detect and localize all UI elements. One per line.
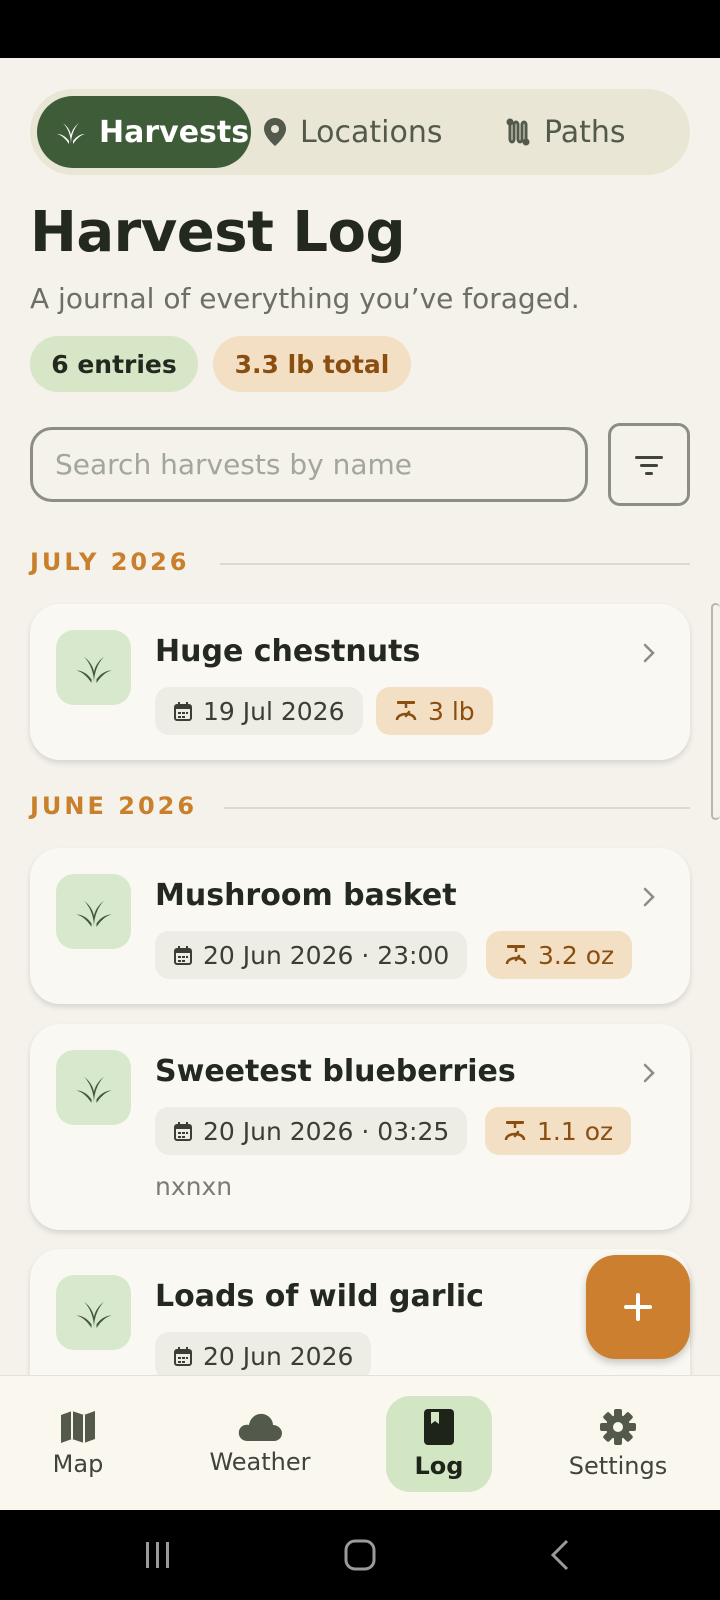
date-pill: 20 Jun 2026 · 03:25 [155,1107,468,1155]
page-title: Harvest Log [30,200,406,265]
sprout-icon [76,1076,111,1103]
section-divider [224,807,690,809]
card-title: Loads of wild garlic [155,1279,484,1314]
card-sprout-icon-tile [56,1275,131,1350]
weight-pill: 3.2 oz [486,931,633,979]
harvest-card[interactable]: Mushroom basket 20 Jun 2026 · 23:00 3.2 … [30,848,690,1004]
tab-paths[interactable]: Paths [504,96,626,168]
scale-icon [395,701,417,721]
date-pill: 20 Jun 2026 [155,1332,372,1380]
section-heading-june: JUNE 2026 [30,792,198,820]
date-pill: 20 Jun 2026 · 23:00 [155,931,468,979]
card-title: Mushroom basket [155,878,457,913]
nav-item-log[interactable]: Log [386,1396,492,1492]
filter-button[interactable] [608,423,690,506]
harvest-card[interactable]: Sweetest blueberries 20 Jun 2026 · 03:25… [30,1024,690,1230]
back-icon [550,1539,569,1571]
section-divider [220,563,690,565]
home-button[interactable] [330,1535,390,1575]
plus-icon [624,1293,652,1321]
nav-label-settings: Settings [568,1452,668,1480]
scale-icon [504,1121,526,1141]
back-button[interactable] [530,1535,590,1575]
date-text: 20 Jun 2026 · 23:00 [203,940,450,970]
card-title: Huge chestnuts [155,634,421,669]
date-text: 19 Jul 2026 [203,696,345,726]
home-icon [344,1539,376,1571]
filter-icon [635,455,663,475]
calendar-icon [174,1122,192,1141]
nav-item-map[interactable]: Map [38,1396,118,1492]
chevron-right-icon [643,887,655,907]
gear-icon [600,1409,636,1445]
card-sprout-icon-tile [56,630,131,705]
calendar-icon [174,946,192,965]
sprout-icon [76,1301,111,1328]
date-text: 20 Jun 2026 · 03:25 [203,1116,450,1146]
segmented-tabs: Harvests Locations Paths [30,89,690,175]
weight-text: 3.2 oz [538,940,615,970]
nav-label-map: Map [52,1450,104,1478]
card-note: nxnxn [155,1172,233,1201]
sprout-icon [76,900,111,927]
card-sprout-icon-tile [56,874,131,949]
scrollbar-thumb[interactable] [711,603,720,820]
section-heading-july: JULY 2026 [30,548,190,576]
sprout-icon [57,123,85,144]
weight-pill: 1.1 oz [485,1107,632,1155]
weight-pill: 3 lb [376,687,493,735]
book-icon [424,1409,454,1445]
date-pill: 19 Jul 2026 [155,687,363,735]
page-subtitle: A journal of everything you’ve foraged. [30,282,580,315]
weight-text: 3 lb [428,696,475,726]
nav-item-settings[interactable]: Settings [562,1396,674,1492]
nav-label-weather: Weather [209,1448,311,1476]
tab-harvests-label: Harvests [99,114,250,150]
nav-label-log: Log [414,1452,464,1480]
recent-apps-icon [146,1542,169,1568]
location-pin-icon [264,118,286,146]
map-icon [61,1411,95,1443]
scale-icon [505,945,527,965]
calendar-icon [174,702,192,721]
tab-paths-label: Paths [544,114,626,150]
add-harvest-button[interactable] [586,1255,690,1359]
card-sprout-icon-tile [56,1050,131,1125]
nav-item-weather[interactable]: Weather [198,1396,322,1492]
search-input[interactable] [30,427,588,502]
cloud-icon [238,1413,282,1441]
chevron-right-icon [643,1063,655,1083]
tab-locations[interactable]: Locations [262,96,443,168]
status-bar [0,0,720,58]
card-title: Sweetest blueberries [155,1054,516,1089]
weight-text: 1.1 oz [537,1116,614,1146]
route-icon [506,118,530,146]
bottom-navigation: Map Weather Log Settings [0,1375,720,1510]
tab-locations-label: Locations [300,114,443,150]
sprout-icon [76,656,111,683]
date-text: 20 Jun 2026 [203,1341,354,1371]
total-weight-badge: 3.3 lb total [213,336,411,392]
chevron-right-icon [643,643,655,663]
tab-harvests[interactable]: Harvests [37,96,251,168]
harvest-card[interactable]: Huge chestnuts 19 Jul 2026 3 lb [30,604,690,760]
entries-count-badge: 6 entries [30,336,198,392]
calendar-icon [174,1347,192,1366]
recent-apps-button[interactable] [128,1535,188,1575]
